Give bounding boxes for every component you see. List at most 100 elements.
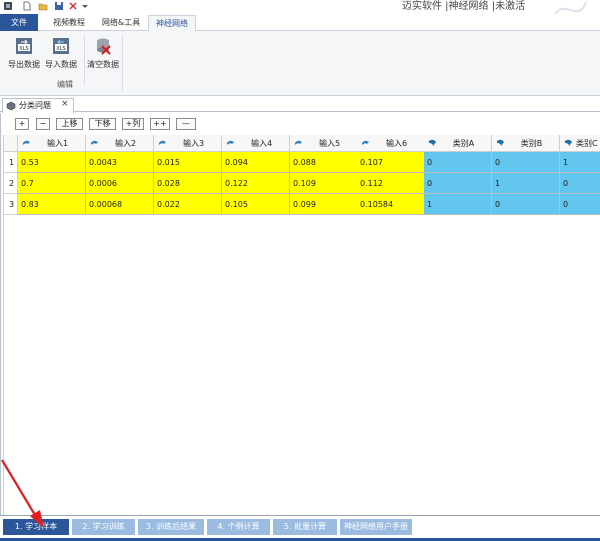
- column-header-label: 输入4: [250, 139, 273, 148]
- tab-learning-training[interactable]: 2. 学习训练: [72, 519, 135, 535]
- input-column-icon: [159, 140, 166, 145]
- remove-row-button[interactable]: −: [36, 118, 50, 130]
- table-cell[interactable]: 0: [560, 194, 600, 215]
- open-folder-icon[interactable]: [38, 1, 48, 11]
- table-cell[interactable]: 0.112: [357, 173, 425, 194]
- clear-data-button[interactable]: 清空数据: [85, 35, 121, 75]
- table-cell[interactable]: 0.022: [154, 194, 222, 215]
- table-cell[interactable]: 0.10584: [357, 194, 425, 215]
- tab-user-manual[interactable]: 神经网络用户手册: [340, 519, 412, 535]
- column-header[interactable]: 输入6: [357, 135, 425, 152]
- table-cell[interactable]: 0.099: [290, 194, 358, 215]
- move-down-button[interactable]: 下移: [89, 118, 116, 130]
- table-cell[interactable]: 0.00068: [86, 194, 154, 215]
- table-cell[interactable]: 0.107: [357, 152, 425, 173]
- dropdown-icon[interactable]: [82, 1, 88, 11]
- clear-data-label: 清空数据: [87, 60, 119, 69]
- input-column-icon: [227, 140, 234, 145]
- clear-data-icon: [97, 38, 111, 55]
- column-header[interactable]: 输入2: [86, 135, 154, 152]
- table-cell[interactable]: 0.0043: [86, 152, 154, 173]
- table-cell[interactable]: 0.088: [290, 152, 358, 173]
- xls-export-icon: XLS: [16, 38, 32, 54]
- remove-many-button[interactable]: —: [176, 118, 196, 130]
- table-cell[interactable]: 0.83: [18, 194, 86, 215]
- row-header[interactable]: 3: [4, 194, 18, 215]
- tab-video-tutorial[interactable]: 视频教程: [44, 15, 94, 31]
- row-header[interactable]: 2: [4, 173, 18, 194]
- output-column-icon: [429, 139, 436, 146]
- table-cell[interactable]: 0.122: [222, 173, 290, 194]
- column-header[interactable]: 输入1: [18, 135, 86, 152]
- column-header[interactable]: 类别B: [492, 135, 560, 152]
- svg-text:XLS: XLS: [19, 46, 28, 52]
- move-up-button[interactable]: 上移: [56, 118, 83, 130]
- xls-import-icon: XLS: [53, 38, 69, 54]
- tab-single-case-calc[interactable]: 4. 个例计算: [207, 519, 270, 535]
- input-column-icon: [23, 140, 30, 145]
- column-header[interactable]: 输入4: [222, 135, 290, 152]
- tab-learning-samples[interactable]: 1. 学习样本: [3, 519, 69, 535]
- table-cell[interactable]: 0.109: [290, 173, 358, 194]
- output-column-icon: [565, 139, 572, 146]
- tab-training-results[interactable]: 3. 训练后结果: [138, 519, 204, 535]
- column-header[interactable]: 类别A: [424, 135, 492, 152]
- table-cell[interactable]: 0.094: [222, 152, 290, 173]
- input-column-icon: [91, 140, 98, 145]
- app-icon[interactable]: [3, 1, 13, 11]
- table-cell[interactable]: 0.028: [154, 173, 222, 194]
- table-cell[interactable]: 0: [424, 173, 492, 194]
- export-data-button[interactable]: XLS 导出数据: [6, 35, 42, 75]
- column-header-label: 输入1: [46, 139, 69, 148]
- document-tab[interactable]: 分类问题 ×: [2, 98, 74, 113]
- table-cell[interactable]: 1: [424, 194, 492, 215]
- column-header[interactable]: 输入3: [154, 135, 222, 152]
- add-column-button[interactable]: +列: [122, 118, 144, 130]
- document-cube-icon: [6, 101, 16, 111]
- column-header[interactable]: 类别C: [560, 135, 600, 152]
- table-cell[interactable]: 0: [560, 173, 600, 194]
- add-row-button[interactable]: +: [15, 118, 29, 130]
- column-header-label: 输入6: [385, 139, 408, 148]
- document-tab-bar: 分类问题 ×: [0, 96, 600, 113]
- tab-file[interactable]: 文件: [0, 14, 38, 31]
- content-area: + − 上移 下移 +列 ++ — 输入1 输入2 输入3 输入4 输入5 输入6 类别A 类…: [0, 113, 600, 515]
- table-cell[interactable]: 0.015: [154, 152, 222, 173]
- import-data-button[interactable]: XLS 导入数据: [43, 35, 79, 75]
- ribbon-group-label: 编辑: [57, 80, 73, 89]
- add-many-button[interactable]: ++: [150, 118, 170, 130]
- tab-neural-network[interactable]: 神经网络: [148, 15, 196, 32]
- input-column-icon: [362, 140, 369, 145]
- column-header-label: 输入5: [318, 139, 341, 148]
- new-file-icon[interactable]: [22, 1, 32, 11]
- table-cell[interactable]: 0.53: [18, 152, 86, 173]
- table-cell[interactable]: 0: [424, 152, 492, 173]
- table-cell[interactable]: 0: [492, 194, 560, 215]
- grid-corner: [4, 135, 18, 152]
- table-cell[interactable]: 0.7: [18, 173, 86, 194]
- ribbon-panel: XLS 导出数据 XLS 导入数据 清空数据 编辑: [0, 31, 600, 96]
- ribbon-tab-bar: 文件 视频教程 网络&工具 神经网络: [0, 14, 600, 32]
- document-tab-label: 分类问题: [19, 101, 51, 110]
- close-icon[interactable]: ×: [61, 99, 69, 109]
- table-cell[interactable]: 0.0006: [86, 173, 154, 194]
- column-header[interactable]: 输入5: [290, 135, 358, 152]
- ribbon-separator: [122, 35, 123, 90]
- table-cell[interactable]: 0.105: [222, 194, 290, 215]
- quick-access-toolbar: 迈实软件 |神经网络 |未激活: [0, 0, 600, 19]
- save-icon[interactable]: [54, 1, 64, 11]
- table-cell[interactable]: 1: [560, 152, 600, 173]
- table-cell[interactable]: 0: [492, 152, 560, 173]
- table-cell[interactable]: 1: [492, 173, 560, 194]
- column-header-label: 类别B: [520, 139, 543, 148]
- tools-icon[interactable]: [68, 1, 78, 11]
- tab-network-tools[interactable]: 网络&工具: [96, 15, 146, 31]
- output-column-icon: [497, 139, 504, 146]
- row-header[interactable]: 1: [4, 152, 18, 173]
- column-header-label: 类别A: [452, 139, 475, 148]
- grid-toolbar: + − 上移 下移 +列 ++ —: [1, 113, 600, 133]
- column-header-label: 类别C: [576, 139, 598, 148]
- tab-batch-calc[interactable]: 5. 批量计算: [273, 519, 337, 535]
- input-column-icon: [295, 140, 302, 145]
- data-grid: 输入1 输入2 输入3 输入4 输入5 输入6 类别A 类别B 类别C 1 0.53 0.0043 0.…: [3, 135, 600, 515]
